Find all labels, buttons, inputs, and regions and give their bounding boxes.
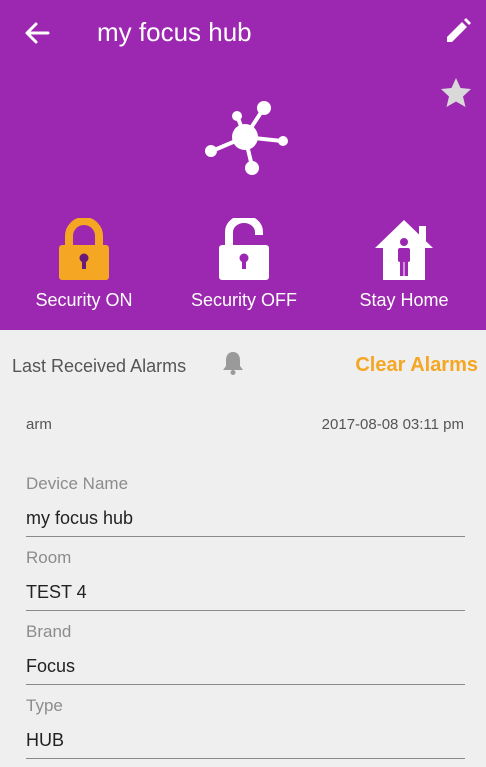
- type-field: Type HUB: [26, 696, 465, 759]
- stay-home-button[interactable]: Stay Home: [334, 218, 474, 311]
- stay-home-label: Stay Home: [359, 290, 449, 310]
- app-header: my focus hub Security ON Security OFF St…: [0, 0, 486, 330]
- security-off-label: Security OFF: [190, 290, 297, 310]
- room-label: Room: [26, 548, 72, 567]
- alarm-timestamp: 2017-08-08 03:11 pm: [321, 416, 464, 433]
- lock-closed-icon: [14, 218, 154, 284]
- back-arrow-icon[interactable]: [22, 18, 52, 48]
- lock-open-icon: [174, 218, 314, 284]
- hub-network-icon: [200, 96, 290, 180]
- alarm-name: arm: [26, 416, 52, 433]
- brand-value: Focus: [26, 656, 76, 676]
- home-person-icon: [334, 218, 474, 284]
- brand-field: Brand Focus: [26, 622, 465, 685]
- security-off-button[interactable]: Security OFF: [174, 218, 314, 311]
- bell-icon: [222, 350, 244, 376]
- device-name-label: Device Name: [26, 474, 129, 493]
- alarms-title: Last Received Alarms: [12, 356, 187, 376]
- alarm-list-item: arm 2017-08-08 03:11 pm: [26, 416, 466, 436]
- security-on-label: Security ON: [35, 290, 133, 310]
- clear-alarms-button[interactable]: Clear Alarms: [355, 354, 478, 377]
- page-title: my focus hub: [97, 17, 252, 47]
- brand-label: Brand: [26, 622, 72, 641]
- favorite-star-icon[interactable]: [438, 76, 474, 110]
- device-name-field: Device Name my focus hub: [26, 474, 465, 537]
- room-value: TEST 4: [26, 582, 87, 602]
- edit-pencil-icon[interactable]: [443, 16, 473, 46]
- security-on-button[interactable]: Security ON: [14, 218, 154, 311]
- room-field: Room TEST 4: [26, 548, 465, 611]
- type-value: HUB: [26, 730, 65, 750]
- type-label: Type: [26, 696, 63, 715]
- device-name-value: my focus hub: [26, 508, 134, 528]
